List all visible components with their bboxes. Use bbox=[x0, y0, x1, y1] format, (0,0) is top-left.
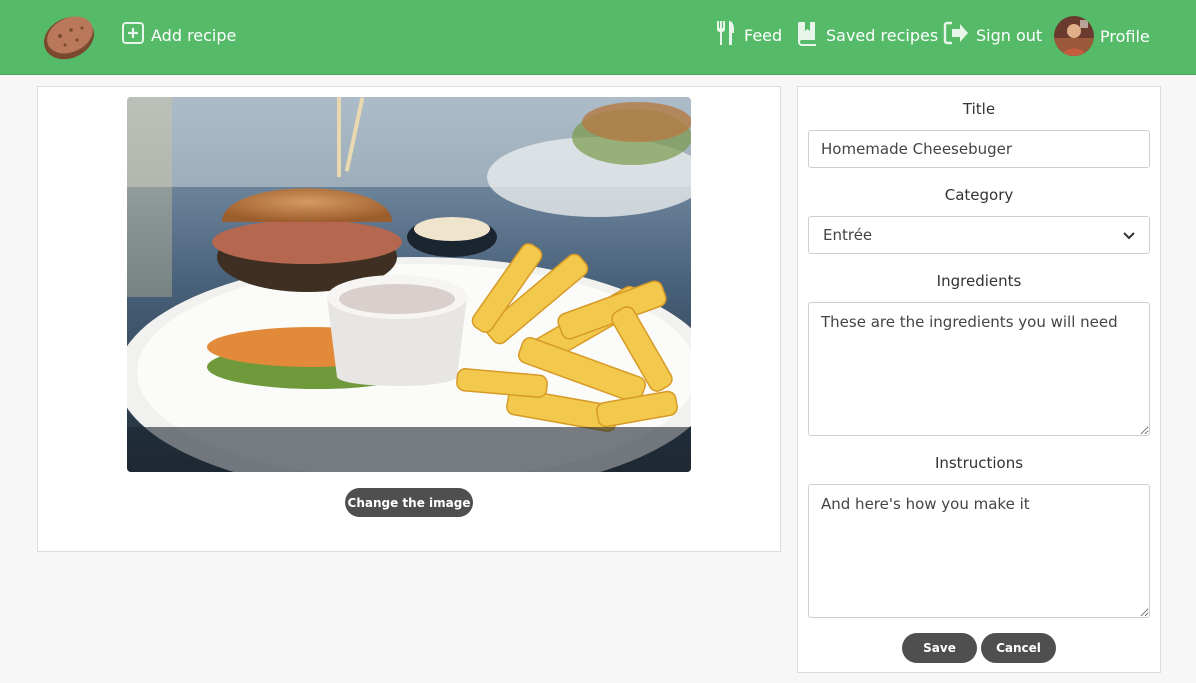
potato-logo-icon[interactable] bbox=[40, 10, 98, 62]
instructions-textarea[interactable]: And here's how you make it bbox=[808, 484, 1150, 618]
add-recipe-label: Add recipe bbox=[151, 25, 237, 45]
chevron-down-icon bbox=[1123, 226, 1135, 244]
feed-link[interactable]: Feed bbox=[714, 19, 782, 51]
feed-label: Feed bbox=[744, 25, 783, 45]
saved-recipes-label: Saved recipes bbox=[826, 25, 939, 45]
utensils-icon bbox=[714, 19, 738, 51]
save-button[interactable]: Save bbox=[902, 633, 977, 663]
recipe-form: Title Category Entrée Ingredients These … bbox=[797, 86, 1161, 673]
title-input[interactable] bbox=[808, 130, 1150, 168]
category-select[interactable]: Entrée bbox=[808, 216, 1150, 254]
saved-recipes-link[interactable]: Saved recipes bbox=[796, 19, 938, 51]
recipe-image-panel: Change the image bbox=[37, 86, 781, 552]
ingredients-label: Ingredients bbox=[936, 272, 1022, 290]
navbar: Add recipe Feed Saved recipes Sign out P… bbox=[0, 0, 1196, 75]
profile-link[interactable]: Profile bbox=[1054, 16, 1150, 56]
sign-out-icon bbox=[942, 20, 970, 50]
change-image-button[interactable]: Change the image bbox=[345, 488, 473, 517]
recipe-image bbox=[127, 97, 691, 472]
ingredients-textarea[interactable]: These are the ingredients you will need bbox=[808, 302, 1150, 436]
title-label: Title bbox=[962, 100, 996, 118]
sign-out-link[interactable]: Sign out bbox=[942, 19, 1042, 51]
book-icon bbox=[796, 19, 820, 51]
instructions-label: Instructions bbox=[934, 454, 1024, 472]
plus-square-icon bbox=[121, 21, 145, 49]
category-selected-value: Entrée bbox=[823, 226, 873, 244]
cancel-button[interactable]: Cancel bbox=[981, 633, 1056, 663]
category-label: Category bbox=[944, 186, 1014, 204]
profile-label: Profile bbox=[1100, 26, 1150, 46]
sign-out-label: Sign out bbox=[976, 25, 1043, 45]
avatar bbox=[1054, 16, 1094, 56]
add-recipe-link[interactable]: Add recipe bbox=[121, 19, 236, 51]
